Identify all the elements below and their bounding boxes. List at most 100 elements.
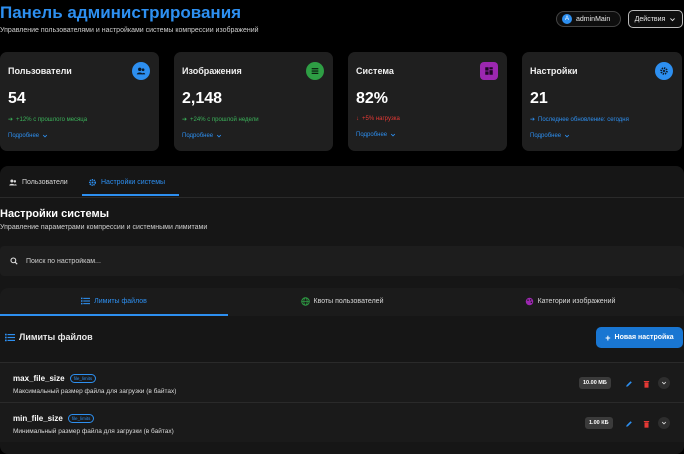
card-title: Пользователи	[8, 66, 72, 76]
section-subtitle: Управление параметрами компрессии и сист…	[0, 224, 208, 231]
tab-settings[interactable]: Настройки системы	[88, 172, 165, 192]
subtab-file-limits[interactable]: Лимиты файлов	[0, 288, 228, 314]
chevron-down-icon	[43, 134, 48, 138]
subtab-image-categories-label: Категории изображений	[537, 297, 616, 305]
gear-icon	[88, 178, 97, 186]
stat-card-users: Пользователи 54 ➔ +12% с прошлого месяца…	[0, 52, 159, 151]
card-change: ➔ Последнее обновление: сегодня	[530, 116, 674, 124]
user-chip[interactable]: A adminMain	[556, 11, 621, 27]
chevron-down-icon	[670, 17, 676, 21]
actions-label: Действия	[634, 15, 666, 23]
chevron-down-icon	[565, 134, 570, 138]
expand-button[interactable]	[658, 417, 670, 429]
active-tab-indicator	[82, 194, 179, 196]
card-more-link[interactable]: Подробнее	[530, 133, 674, 139]
users-icon	[9, 179, 17, 185]
avatar: A	[562, 14, 572, 24]
setting-name: min_file_size file_limits	[13, 414, 95, 423]
setting-description: Максимальный размер файла для загрузки (…	[13, 388, 177, 395]
active-subtab-indicator	[0, 314, 228, 316]
card-change: ➔ +12% с прошлого месяца	[8, 116, 151, 124]
page-subtitle: Управление пользователями и настройками …	[0, 27, 259, 34]
arrow-right-icon: ➔	[530, 117, 536, 123]
table-row: max_file_size file_limits Максимальный р…	[0, 362, 684, 402]
images-icon	[306, 62, 324, 80]
card-more-label: Подробнее	[356, 132, 388, 138]
search-field[interactable]	[0, 246, 684, 276]
edit-button[interactable]	[623, 418, 634, 429]
card-change: ↓ +5% нагрузка	[356, 116, 499, 122]
card-value: 21	[530, 90, 548, 107]
subtab-image-categories[interactable]: Категории изображений	[456, 288, 684, 314]
card-value: 54	[8, 90, 26, 107]
chevron-down-icon	[391, 133, 396, 137]
trash-icon	[643, 420, 650, 428]
delete-button[interactable]	[641, 418, 652, 429]
card-change-text: Последнее обновление: сегодня	[538, 116, 629, 123]
system-icon	[480, 62, 498, 80]
limits-title: Лимиты файлов	[5, 332, 93, 342]
expand-button[interactable]	[658, 377, 670, 389]
card-more-link[interactable]: Подробнее	[8, 133, 151, 139]
card-title: Система	[356, 66, 394, 76]
subtab-user-quotas-label: Квоты пользователей	[313, 297, 384, 305]
subtab-file-limits-label: Лимиты файлов	[94, 297, 147, 305]
globe-icon	[300, 296, 310, 306]
value-badge: 10.00 МБ	[579, 377, 611, 389]
card-value: 82%	[356, 90, 389, 107]
card-change-text: +24% с прошлой недели	[190, 116, 259, 123]
section-title: Настройки системы	[0, 208, 109, 220]
card-change: ➔ +24% с прошлой недели	[182, 116, 325, 124]
users-icon	[132, 62, 150, 80]
chevron-down-icon	[217, 134, 222, 138]
card-more-label: Подробнее	[530, 133, 562, 139]
username: adminMain	[576, 15, 611, 23]
category-tag: file_limits	[69, 374, 97, 383]
card-change-text: +5% нагрузка	[362, 116, 400, 122]
stat-card-system: Система 82% ↓ +5% нагрузка Подробнее	[348, 52, 507, 151]
trend-up-icon: ➔	[8, 117, 14, 123]
list-icon	[5, 333, 15, 341]
setting-name: max_file_size file_limits	[13, 374, 97, 383]
page-title: Панель администрирования	[0, 3, 242, 22]
pencil-icon	[625, 420, 632, 427]
new-setting-button[interactable]: + Новая настройка	[596, 327, 683, 348]
trash-icon	[643, 380, 650, 388]
card-title: Настройки	[530, 66, 578, 76]
card-more-label: Подробнее	[182, 133, 214, 139]
search-icon	[10, 257, 18, 265]
edit-button[interactable]	[623, 378, 634, 389]
card-more-link[interactable]: Подробнее	[356, 132, 499, 138]
category-tag: file_limits	[67, 414, 95, 423]
tab-settings-label: Настройки системы	[101, 178, 166, 186]
card-value: 2,148	[182, 90, 223, 107]
table-row: min_file_size file_limits Минимальный ра…	[0, 402, 684, 442]
card-more-link[interactable]: Подробнее	[182, 133, 325, 139]
setting-key: max_file_size	[13, 374, 65, 383]
new-setting-label: Новая настройка	[614, 334, 674, 341]
setting-description: Минимальный размер файла для загрузки (в…	[13, 428, 174, 435]
chevron-down-icon	[661, 421, 667, 425]
gear-icon	[655, 62, 673, 80]
setting-key: min_file_size	[13, 414, 63, 423]
value-badge: 1.00 КБ	[585, 417, 613, 429]
tab-users-label: Пользователи	[22, 178, 68, 186]
card-title: Изображения	[182, 66, 242, 76]
search-input[interactable]	[24, 256, 328, 266]
card-more-label: Подробнее	[8, 133, 40, 139]
limits-title-label: Лимиты файлов	[19, 332, 93, 342]
trend-down-icon: ↓	[356, 116, 359, 122]
stat-card-images: Изображения 2,148 ➔ +24% с прошлой недел…	[174, 52, 333, 151]
tab-users[interactable]: Пользователи	[8, 172, 68, 192]
subtab-user-quotas[interactable]: Квоты пользователей	[228, 288, 456, 314]
pencil-icon	[625, 380, 632, 387]
card-change-text: +12% с прошлого месяца	[16, 116, 88, 123]
chevron-down-icon	[661, 381, 667, 385]
delete-button[interactable]	[641, 378, 652, 389]
list-icon	[81, 297, 91, 305]
actions-button[interactable]: Действия	[628, 10, 683, 28]
plus-icon: +	[605, 332, 611, 343]
trend-up-icon: ➔	[182, 117, 188, 123]
stat-card-settings: Настройки 21 ➔ Последнее обновление: сег…	[522, 52, 682, 151]
palette-icon	[525, 297, 533, 305]
